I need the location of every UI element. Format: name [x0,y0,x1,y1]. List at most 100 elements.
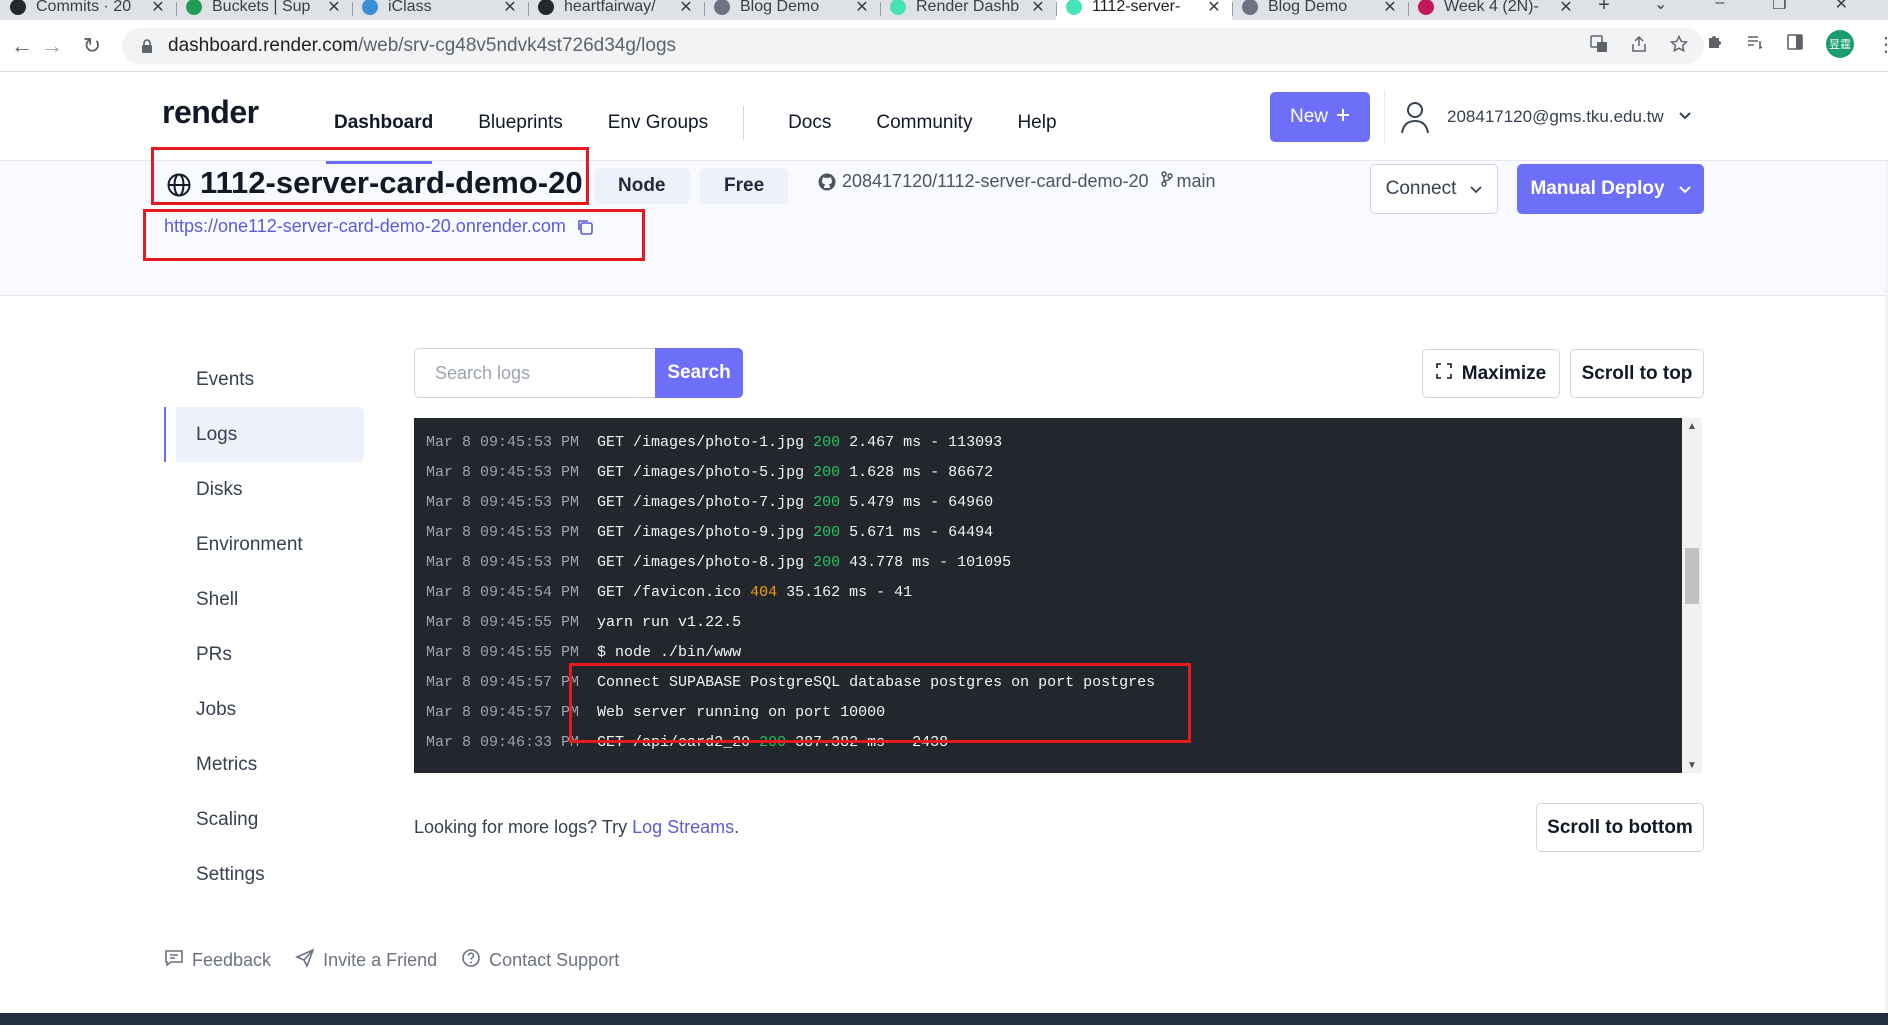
browser-tab[interactable]: Blog Demo ✕ [1232,0,1408,20]
sidebar-item-metrics[interactable]: Metrics [164,737,364,792]
tab-title: Buckets | Sup [212,0,311,15]
browser-tab[interactable]: Commits · 20 ✕ [0,0,176,20]
new-button[interactable]: New [1270,92,1370,142]
browser-tab[interactable]: Blog Demo ✕ [704,0,880,20]
repo-link[interactable]: 208417120/1112-server-card-demo-20 main [818,171,1216,192]
scroll-to-top-button[interactable]: Scroll to top [1570,349,1704,398]
bookmark-star-icon[interactable] [1669,34,1689,58]
window-controls: ⌄ – ❐ ✕ [1654,0,1888,14]
close-icon[interactable]: ✕ [1030,0,1046,17]
sidebar-item-environment[interactable]: Environment [164,517,364,572]
sidebar-item-logs[interactable]: Logs [164,407,364,462]
scroll-up-arrow-icon[interactable]: ▲ [1682,418,1702,434]
feedback-link[interactable]: Feedback [164,948,271,973]
log-timing: 5.671 ms - 64494 [840,524,994,541]
log-line: Mar 8 09:45:53 PM GET /images/photo-9.jp… [426,518,1155,548]
new-tab-button[interactable]: + [1584,0,1624,17]
nav-blueprints[interactable]: Blueprints [478,112,563,134]
close-icon[interactable]: ✕ [502,0,518,17]
reading-list-icon[interactable] [1746,33,1764,56]
log-timestamp: Mar 8 09:45:55 PM [426,644,580,661]
browser-tab[interactable]: Render Dashb ✕ [880,0,1056,20]
log-message: $ node ./bin/www [597,644,742,661]
close-icon[interactable]: ✕ [1382,0,1398,17]
nav-docs[interactable]: Docs [788,112,831,134]
close-icon[interactable]: ✕ [1558,0,1574,17]
sidebar-item-jobs[interactable]: Jobs [164,682,364,737]
nav-env-groups[interactable]: Env Groups [608,112,708,134]
close-icon[interactable]: ✕ [150,0,166,17]
service-sidebar: Events Logs Disks Environment Shell PRs Jobs Me… [164,352,364,902]
sidebar-item-prs[interactable]: PRs [164,627,364,682]
close-icon[interactable]: ✕ [854,0,870,17]
user-menu[interactable]: 208417120@gms.tku.edu.tw [1384,90,1692,144]
browser-tab[interactable]: Week 4 (2N)- ✕ [1408,0,1584,20]
log-message: GET /api/card2_20 [597,734,760,751]
tab-search-icon[interactable]: ⌄ [1654,0,1667,14]
close-window-icon[interactable]: ✕ [1835,0,1848,14]
connect-button[interactable]: Connect [1370,164,1498,214]
close-icon[interactable]: ✕ [678,0,694,17]
render-logo[interactable]: render [162,94,259,131]
log-line: Mar 8 09:45:55 PM $ node ./bin/www [426,638,1155,668]
more-logs-text: Looking for more logs? Try Log Streams. [414,817,739,838]
log-line: Mar 8 09:45:54 PM GET /favicon.ico 404 3… [426,578,1155,608]
log-status-code: 200 [813,464,841,481]
invite-label: Invite a Friend [323,950,438,970]
nav-help[interactable]: Help [1017,112,1056,134]
scroll-down-arrow-icon[interactable]: ▼ [1682,757,1702,773]
browser-tab[interactable]: Buckets | Sup ✕ [176,0,352,20]
share-icon[interactable] [1630,35,1648,58]
sidebar-item-scaling[interactable]: Scaling [164,792,364,847]
sidebar-item-settings[interactable]: Settings [164,847,364,902]
log-timestamp: Mar 8 09:45:57 PM [426,674,580,691]
side-panel-icon[interactable] [1786,33,1804,56]
translate-icon[interactable] [1590,34,1608,58]
search-button[interactable]: Search [655,348,743,398]
log-line: Mar 8 09:46:33 PM GET /api/card2_20 200 … [426,728,1155,758]
scroll-to-bottom-button[interactable]: Scroll to bottom [1536,803,1704,852]
log-timestamp: Mar 8 09:45:53 PM [426,524,580,541]
send-icon [295,948,315,973]
profile-avatar[interactable]: 昱霆 [1826,30,1854,58]
maximize-label: Maximize [1461,362,1547,384]
browser-menu-icon[interactable]: ⋮ [1876,32,1888,57]
log-timestamp: Mar 8 09:45:54 PM [426,584,580,601]
log-message: GET /images/photo-1.jpg [597,434,814,451]
minimize-icon[interactable]: – [1715,0,1724,14]
contact-support-link[interactable]: Contact Support [461,948,619,973]
sidebar-item-shell[interactable]: Shell [164,572,364,627]
log-viewer[interactable]: Mar 8 09:45:53 PM GET /images/photo-1.jp… [414,418,1682,773]
reload-icon[interactable]: ↻ [70,24,114,68]
service-url[interactable]: https://one112-server-card-demo-20.onren… [164,216,594,237]
log-scrollbar-thumb[interactable] [1685,548,1699,604]
chevron-down-icon [1678,108,1692,126]
browser-tab[interactable]: heartfairway/ ✕ [528,0,704,20]
service-url-text[interactable]: https://one112-server-card-demo-20.onren… [164,216,566,237]
forward-icon[interactable]: → [30,24,74,68]
close-icon[interactable]: ✕ [1206,0,1222,17]
sidebar-item-events[interactable]: Events [164,352,364,407]
copy-icon[interactable] [576,218,594,236]
address-bar[interactable]: dashboard.render.com/web/srv-cg48v5ndvk4… [122,28,1704,64]
maximize-button[interactable]: Maximize [1422,349,1560,398]
nav-community[interactable]: Community [876,112,972,134]
log-streams-link[interactable]: Log Streams [632,817,734,837]
restore-icon[interactable]: ❐ [1772,0,1786,14]
invite-link[interactable]: Invite a Friend [295,948,437,973]
nav-dashboard[interactable]: Dashboard [334,112,433,134]
branch-icon [1160,171,1173,192]
feedback-label: Feedback [192,950,272,970]
tab-title: 1112-server- [1092,0,1181,15]
log-scrollbar[interactable]: ▲ ▼ [1682,418,1702,773]
sidebar-item-disks[interactable]: Disks [164,462,364,517]
browser-tab[interactable]: 1112-server- ✕ [1056,0,1232,20]
browser-tab[interactable]: iClass ✕ [352,0,528,20]
user-icon [1397,97,1433,137]
log-line: Mar 8 09:45:53 PM GET /images/photo-5.jp… [426,458,1155,488]
service-name: 1112-server-card-demo-20 [200,165,583,200]
manual-deploy-button[interactable]: Manual Deploy [1517,164,1704,214]
extensions-puzzle-icon[interactable] [1706,33,1724,56]
search-logs-input[interactable] [414,348,657,398]
close-icon[interactable]: ✕ [326,0,342,17]
